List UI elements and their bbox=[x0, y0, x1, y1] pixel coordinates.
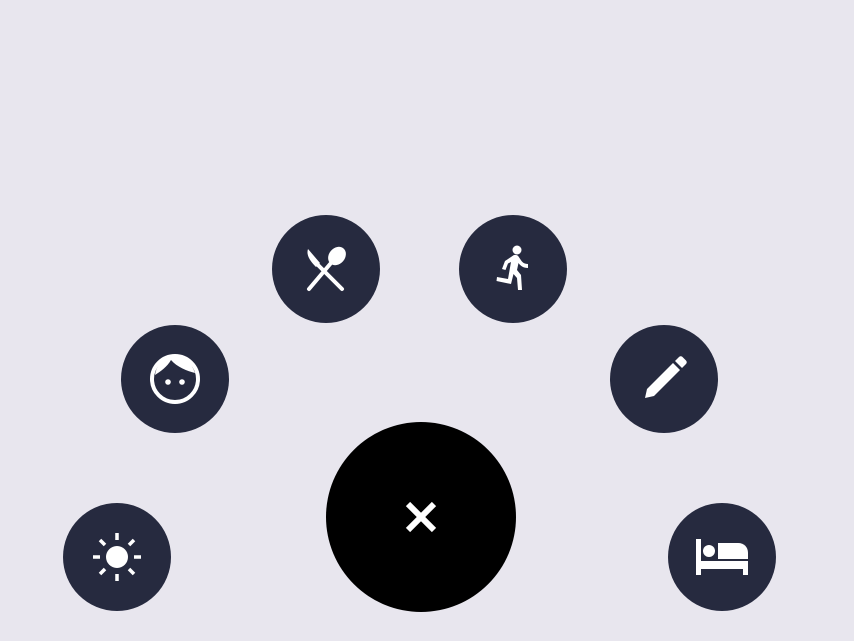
face-icon bbox=[150, 354, 200, 404]
close-icon bbox=[405, 501, 437, 533]
dining-icon bbox=[307, 246, 346, 291]
close-menu-button[interactable] bbox=[326, 422, 516, 612]
dining-button[interactable] bbox=[272, 215, 380, 323]
sun-icon bbox=[93, 533, 141, 581]
activity-button[interactable] bbox=[459, 215, 567, 323]
bed-icon bbox=[696, 539, 748, 575]
sleep-button[interactable] bbox=[668, 503, 776, 611]
pencil-edit-icon bbox=[645, 356, 687, 398]
edit-button[interactable] bbox=[610, 325, 718, 433]
brightness-button[interactable] bbox=[63, 503, 171, 611]
directions-run-icon bbox=[496, 245, 528, 290]
face-button[interactable] bbox=[121, 325, 229, 433]
